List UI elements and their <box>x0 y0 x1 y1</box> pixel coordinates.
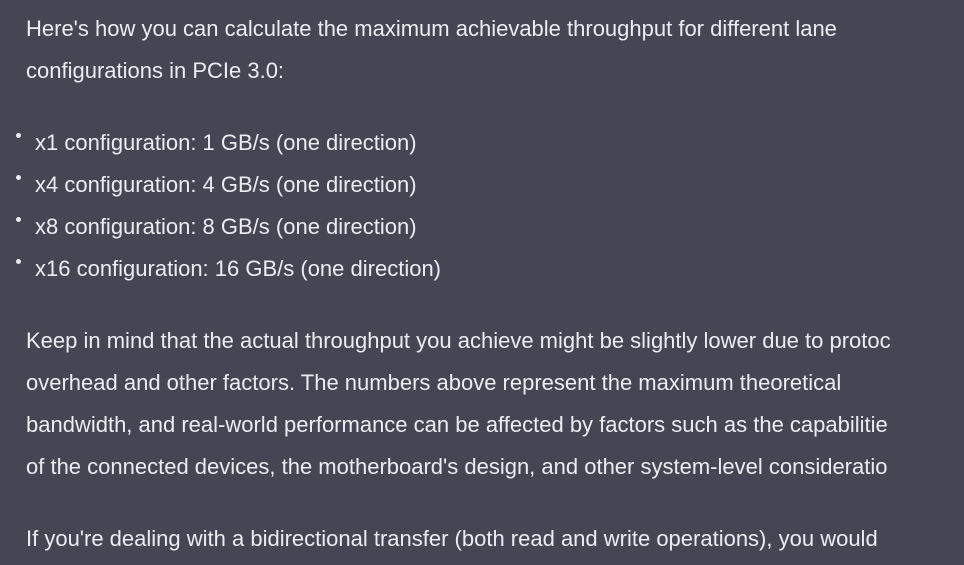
followup-line: If you're dealing with a bidirectional t… <box>26 526 878 551</box>
list-item-text: x4 configuration: 4 GB/s (one direction) <box>35 172 417 197</box>
list-item: x16 configuration: 16 GB/s (one directio… <box>16 248 964 290</box>
caveat-line: bandwidth, and real-world performance ca… <box>26 412 888 437</box>
bullet-dot-icon <box>16 133 21 138</box>
list-item: x4 configuration: 4 GB/s (one direction) <box>16 164 964 206</box>
intro-line: configurations in PCIe 3.0: <box>26 58 285 83</box>
bullet-dot-icon <box>16 259 21 264</box>
intro-line: Here's how you can calculate the maximum… <box>26 16 837 41</box>
list-item-text: x1 configuration: 1 GB/s (one direction) <box>35 130 417 155</box>
list-item: x1 configuration: 1 GB/s (one direction) <box>16 122 964 164</box>
caveat-line: overhead and other factors. The numbers … <box>26 370 842 395</box>
intro-paragraph: Here's how you can calculate the maximum… <box>26 8 964 92</box>
caveat-paragraph: Keep in mind that the actual throughput … <box>26 320 964 488</box>
list-item: x8 configuration: 8 GB/s (one direction) <box>16 206 964 248</box>
list-item-text: x16 configuration: 16 GB/s (one directio… <box>35 256 442 281</box>
bullet-dot-icon <box>16 217 21 222</box>
bullet-dot-icon <box>16 175 21 180</box>
assistant-message: Here's how you can calculate the maximum… <box>16 8 964 560</box>
throughput-list: x1 configuration: 1 GB/s (one direction)… <box>16 122 964 290</box>
caveat-line: of the connected devices, the motherboar… <box>26 454 888 479</box>
list-item-text: x8 configuration: 8 GB/s (one direction) <box>35 214 417 239</box>
followup-paragraph: If you're dealing with a bidirectional t… <box>26 518 964 560</box>
caveat-line: Keep in mind that the actual throughput … <box>26 328 891 353</box>
